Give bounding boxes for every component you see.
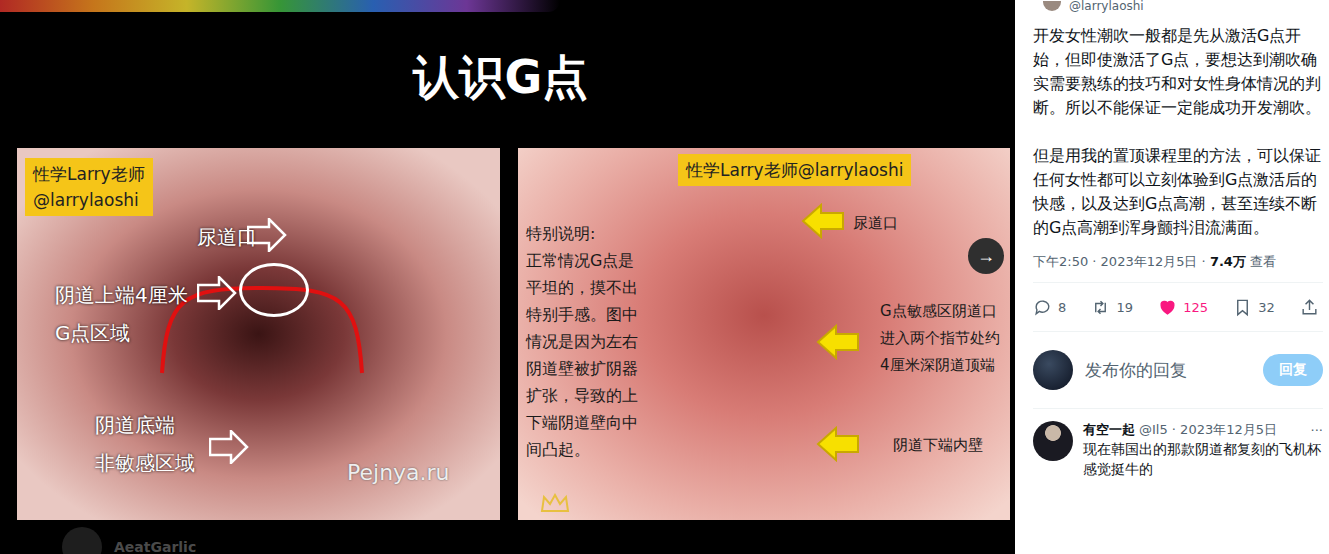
badge-line: @larrylaoshi xyxy=(33,187,145,213)
avatar-icon[interactable] xyxy=(1043,1,1061,11)
media-viewer: 认识G点性学Larry老师@larrylaoshi尿道口阴道上端4厘米G点区域阴… xyxy=(0,0,1015,554)
author-handle[interactable]: @larrylaoshi xyxy=(1069,0,1144,12)
slide-title: 认识G点 xyxy=(0,46,1015,108)
reply-button[interactable]: 回复 xyxy=(1263,354,1323,386)
author-badge: 性学Larry老师@larrylaoshi xyxy=(25,158,153,216)
photo-label: 阴道底端非敏感区域 xyxy=(95,406,195,482)
photo-label: G点敏感区阴道口进入两个指节处约4厘米深阴道顶端 xyxy=(880,298,1000,379)
post-header: @larrylaoshi xyxy=(1033,0,1323,12)
note-line: 情况是因为左右 xyxy=(526,328,638,355)
repost-button[interactable]: 19 xyxy=(1091,298,1133,317)
rainbow-decoration xyxy=(0,0,560,12)
next-image-button[interactable]: → xyxy=(968,238,1004,274)
comment-icon xyxy=(1033,298,1052,317)
page: 认识G点性学Larry老师@larrylaoshi尿道口阴道上端4厘米G点区域阴… xyxy=(0,0,1329,554)
reply-input[interactable]: 发布你的回复 xyxy=(1085,359,1251,382)
right-photo: 性学Larry老师@larrylaoshi 特别说明:正常情况G点是平坦的，摸不出… xyxy=(518,148,1010,520)
badge-line: 性学Larry老师@larrylaoshi xyxy=(686,157,903,183)
label-line: 阴道底端 xyxy=(95,406,195,444)
post-meta: 下午2:50 · 2023年12月5日 · 7.4万 查看 xyxy=(1033,252,1323,272)
left-arrow-icon xyxy=(816,324,860,360)
right-arrow-icon xyxy=(247,218,287,252)
share-icon xyxy=(1300,298,1319,317)
left-arrow-icon xyxy=(801,203,845,239)
avatar-icon xyxy=(62,527,102,554)
label-line: 进入两个指节处约 xyxy=(880,325,1000,352)
stat-count: 32 xyxy=(1258,300,1275,315)
stat-count: 125 xyxy=(1183,300,1208,315)
note-line: 特别手感。图中 xyxy=(526,301,638,328)
note-line: 阴道壁被扩阴器 xyxy=(526,355,638,382)
label-line: 4厘米深阴道顶端 xyxy=(880,352,1000,379)
author-badge: 性学Larry老师@larrylaoshi xyxy=(678,154,911,186)
reply-author[interactable]: 有空一起 xyxy=(1083,421,1135,439)
label-line: 阴道下端内壁 xyxy=(893,432,983,459)
crown-icon xyxy=(540,493,570,513)
g-spot-circle xyxy=(239,263,309,317)
photo-label: 阴道下端内壁 xyxy=(893,432,983,459)
view-count: 7.4万 xyxy=(1210,254,1246,269)
badge-line: 性学Larry老师 xyxy=(33,161,145,187)
action-bar: 8 19 125 32 xyxy=(1033,282,1323,332)
reply-item[interactable]: 有空一起@Il5 · 2023年12月5日 ···现在韩国出的那款阴道都复刻的飞机… xyxy=(1033,409,1323,479)
image-row: 性学Larry老师@larrylaoshi 尿道口阴道上端4厘米G点区域阴道底端非… xyxy=(0,148,1015,520)
avatar-icon xyxy=(1033,421,1073,461)
view-label: 查看 xyxy=(1246,254,1276,269)
note-line: 间凸起。 xyxy=(526,436,638,463)
photo-label: 阴道上端4厘米G点区域 xyxy=(55,276,188,352)
post-panel: @larrylaoshi 开发女性潮吹一般都是先从激活G点开始，但即使激活了G点，… xyxy=(1015,0,1329,554)
heart-icon xyxy=(1158,298,1177,317)
reply-header: 有空一起@Il5 · 2023年12月5日 ··· xyxy=(1083,421,1323,439)
reply-composer: 发布你的回复回复 xyxy=(1033,332,1323,409)
reply-text: 现在韩国出的那款阴道都复刻的飞机杯感觉挺牛的 xyxy=(1083,439,1323,479)
reply-body: 有空一起@Il5 · 2023年12月5日 ···现在韩国出的那款阴道都复刻的飞机… xyxy=(1083,421,1323,479)
note-line: 扩张，导致的上 xyxy=(526,382,638,409)
label-line: 阴道上端4厘米 xyxy=(55,276,188,314)
label-line: 尿道口 xyxy=(853,210,898,237)
post-text: 开发女性潮吹一般都是先从激活G点开始，但即使激活了G点，要想达到潮吹确实需要熟练… xyxy=(1033,24,1323,240)
label-line: 非敏感区域 xyxy=(95,444,195,482)
reply-meta: @Il5 · 2023年12月5日 xyxy=(1139,421,1277,439)
label-line: G点敏感区阴道口 xyxy=(880,298,1000,325)
right-arrow-icon xyxy=(197,276,237,310)
reply-button[interactable]: 8 xyxy=(1033,298,1066,317)
watermark: Pejnya.ru xyxy=(347,460,450,485)
right-arrow-icon xyxy=(209,430,249,464)
stat-count: 19 xyxy=(1116,300,1133,315)
like-button[interactable]: 125 xyxy=(1158,298,1208,317)
label-line: G点区域 xyxy=(55,314,188,352)
note-line: 下端阴道壁向中 xyxy=(526,409,638,436)
post-paragraph: 开发女性潮吹一般都是先从激活G点开始，但即使激活了G点，要想达到潮吹确实需要熟练… xyxy=(1033,24,1323,120)
note-line: 平坦的，摸不出 xyxy=(526,274,638,301)
photo-label: 尿道口 xyxy=(853,210,898,237)
note-text: 特别说明:正常情况G点是平坦的，摸不出特别手感。图中情况是因为左右阴道壁被扩阴器… xyxy=(526,220,638,463)
avatar-icon xyxy=(1033,350,1073,390)
stat-count: 8 xyxy=(1058,300,1066,315)
note-line: 特别说明: xyxy=(526,220,638,247)
post-time[interactable]: 下午2:50 · 2023年12月5日 · xyxy=(1033,254,1210,269)
bookmark-button[interactable]: 32 xyxy=(1233,298,1275,317)
post-paragraph: 但是用我的置顶课程里的方法，可以保证任何女性都可以立刻体验到G点激活后的快感，以… xyxy=(1033,144,1323,240)
note-line: 正常情况G点是 xyxy=(526,247,638,274)
more-button[interactable]: ··· xyxy=(1311,423,1323,438)
share-button[interactable] xyxy=(1300,298,1319,317)
repost-icon xyxy=(1091,298,1110,317)
bottom-user: AeatGarlic xyxy=(0,520,1015,554)
user-name: AeatGarlic xyxy=(114,539,196,554)
bookmark-icon xyxy=(1233,298,1252,317)
left-arrow-icon xyxy=(816,426,860,462)
left-photo: 性学Larry老师@larrylaoshi尿道口阴道上端4厘米G点区域阴道底端非… xyxy=(17,148,500,520)
